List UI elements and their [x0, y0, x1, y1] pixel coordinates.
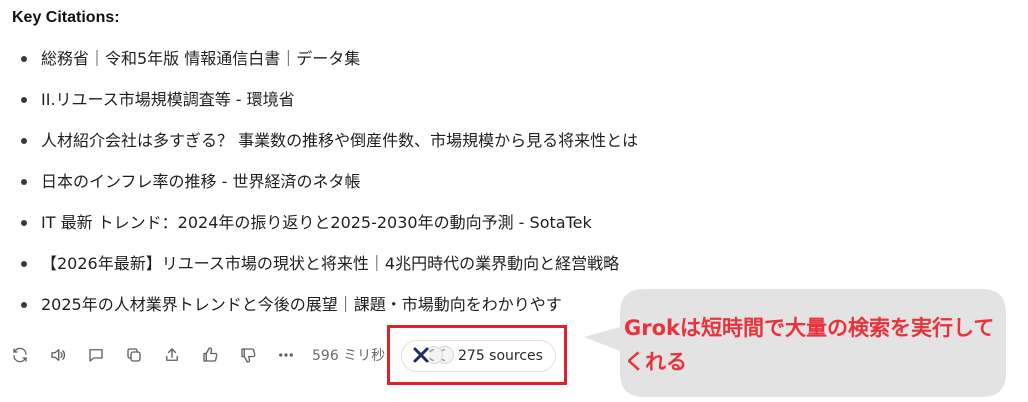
share-icon[interactable] [163, 346, 181, 364]
bullet-icon [21, 261, 27, 267]
regenerate-icon[interactable] [11, 346, 29, 364]
citation-title: II.リユース市場規模調査等 - 環境省 [41, 90, 295, 109]
citations-list: 総務省｜令和5年版 情報通信白書｜データ集 II.リユース市場規模調査等 - 環… [0, 44, 638, 331]
annotation-callout: Grokは短時間で大量の検索を実行してくれる [582, 289, 1010, 397]
bullet-icon [21, 97, 27, 103]
bullet-icon [21, 220, 27, 226]
citation-link[interactable]: 日本のインフレ率の推移 - 世界経済のネタ帳 [0, 167, 638, 208]
citation-link[interactable]: II.リユース市場規模調査等 - 環境省 [0, 85, 638, 126]
citation-title: 【2026年最新】リユース市場の現状と将来性｜4兆円時代の業界動向と経営戦略 [41, 254, 620, 273]
citations-heading: Key Citations: [12, 9, 120, 26]
bullet-icon [21, 179, 27, 185]
copy-icon[interactable] [125, 346, 143, 364]
citation-link[interactable]: 人材紹介会社は多すぎる？ 事業数の推移や倒産件数、市場規模から見る将来性とは [0, 126, 638, 167]
citation-title: 人材紹介会社は多すぎる？ 事業数の推移や倒産件数、市場規模から見る将来性とは [41, 131, 639, 150]
citation-title: IT 最新 トレンド：2024年の振り返りと2025-2030年の動向予測 - … [41, 213, 592, 232]
citation-link[interactable]: 総務省｜令和5年版 情報通信白書｜データ集 [0, 44, 638, 85]
more-icon[interactable] [277, 346, 295, 364]
citation-title: 日本のインフレ率の推移 - 世界経済のネタ帳 [41, 172, 361, 191]
thumbs-down-icon[interactable] [239, 346, 257, 364]
source-favicons [412, 346, 458, 366]
x-logo-icon [412, 346, 430, 364]
bullet-icon [21, 302, 27, 308]
citation-title: 2025年の人材業界トレンドと今後の展望｜課題・市場動向をわかりやす [41, 295, 562, 314]
citation-title: 総務省｜令和5年版 情報通信白書｜データ集 [41, 49, 361, 68]
response-time: 596 ミリ秒 [312, 348, 386, 364]
annotation-text: Grokは短時間で大量の検索を実行してくれる [624, 316, 995, 374]
response-action-bar: 596 ミリ秒 [0, 338, 385, 372]
bullet-icon [21, 138, 27, 144]
citation-link[interactable]: 【2026年最新】リユース市場の現状と将来性｜4兆円時代の業界動向と経営戦略 [0, 249, 638, 290]
thumbs-up-icon[interactable] [201, 346, 219, 364]
read-aloud-icon[interactable] [49, 346, 67, 364]
citation-link[interactable]: IT 最新 トレンド：2024年の振り返りと2025-2030年の動向予測 - … [0, 208, 638, 249]
bullet-icon [21, 56, 27, 62]
comment-icon[interactable] [87, 346, 105, 364]
